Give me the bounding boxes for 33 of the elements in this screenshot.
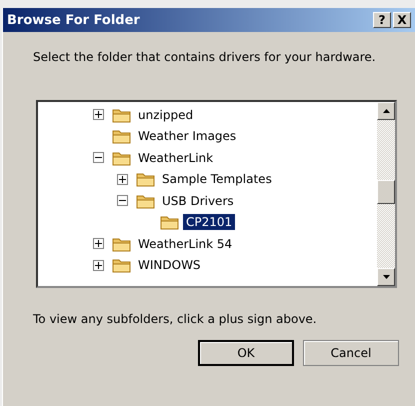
instruction-text: Select the folder that contains drivers for your hardware. [32,50,377,64]
folder-icon [112,257,132,274]
folder-icon [112,106,132,123]
folder-icon [112,150,132,166]
help-button[interactable]: ? [373,12,391,28]
collapse-icon[interactable] [117,195,128,206]
folder-item[interactable]: WeatherLink 54 [135,236,236,252]
expand-icon[interactable] [93,109,104,120]
folder-icon [112,128,132,144]
scroll-down-icon[interactable] [377,268,395,286]
expand-icon[interactable] [93,260,104,271]
folder-item[interactable]: Weather Images [135,128,240,144]
folder-item[interactable]: Sample Templates [159,171,275,188]
close-button[interactable]: X [393,12,411,28]
folder-icon [160,214,180,230]
folder-item[interactable]: unzipped [135,106,196,123]
expand-icon[interactable] [117,174,128,185]
collapse-icon[interactable] [93,152,104,164]
scrollbar[interactable] [377,102,395,286]
folder-item[interactable]: USB Drivers [159,192,237,209]
folder-icon [112,236,132,252]
folder-item[interactable]: WeatherLink [135,150,216,166]
scroll-thumb[interactable] [377,180,395,204]
cancel-button[interactable]: Cancel [303,340,399,366]
folder-icon [136,171,156,188]
ok-button[interactable]: OK [198,340,294,366]
hint-text: To view any subfolders, click a plus sign above. [32,312,318,326]
folder-item[interactable]: WINDOWS [135,257,204,274]
window-title: Browse For Folder [7,12,141,28]
folder-item[interactable]: CP2101 [183,214,236,230]
folder-icon [136,192,156,209]
expand-icon[interactable] [93,238,104,250]
scroll-up-icon[interactable] [377,102,395,120]
